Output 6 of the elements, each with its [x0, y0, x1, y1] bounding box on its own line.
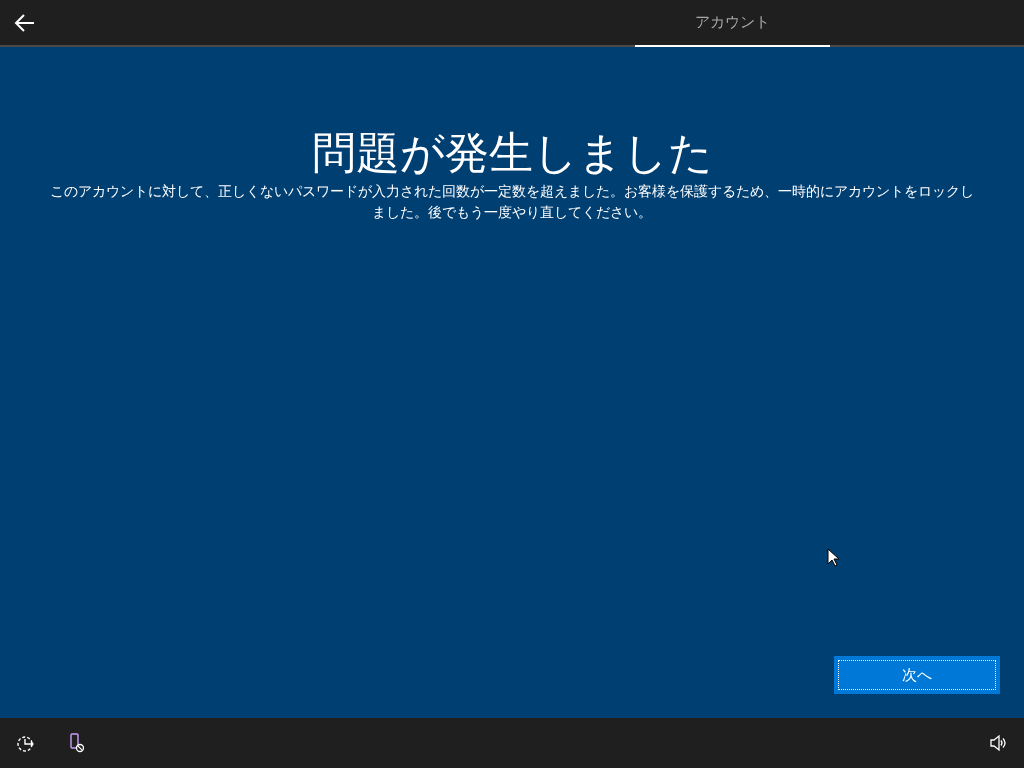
next-button[interactable]: 次へ — [834, 656, 1000, 694]
error-message: このアカウントに対して、正しくないパスワードが入力された回数が一定数を超えました。お客様を保護するため、一時的にアカウントをロックしました。後でもう一度やり直してください。 — [49, 182, 975, 222]
speaker-icon[interactable] — [988, 733, 1008, 753]
cursor-icon — [827, 548, 839, 567]
back-button[interactable] — [14, 11, 36, 34]
error-title: 問題が発生しました — [311, 126, 713, 180]
